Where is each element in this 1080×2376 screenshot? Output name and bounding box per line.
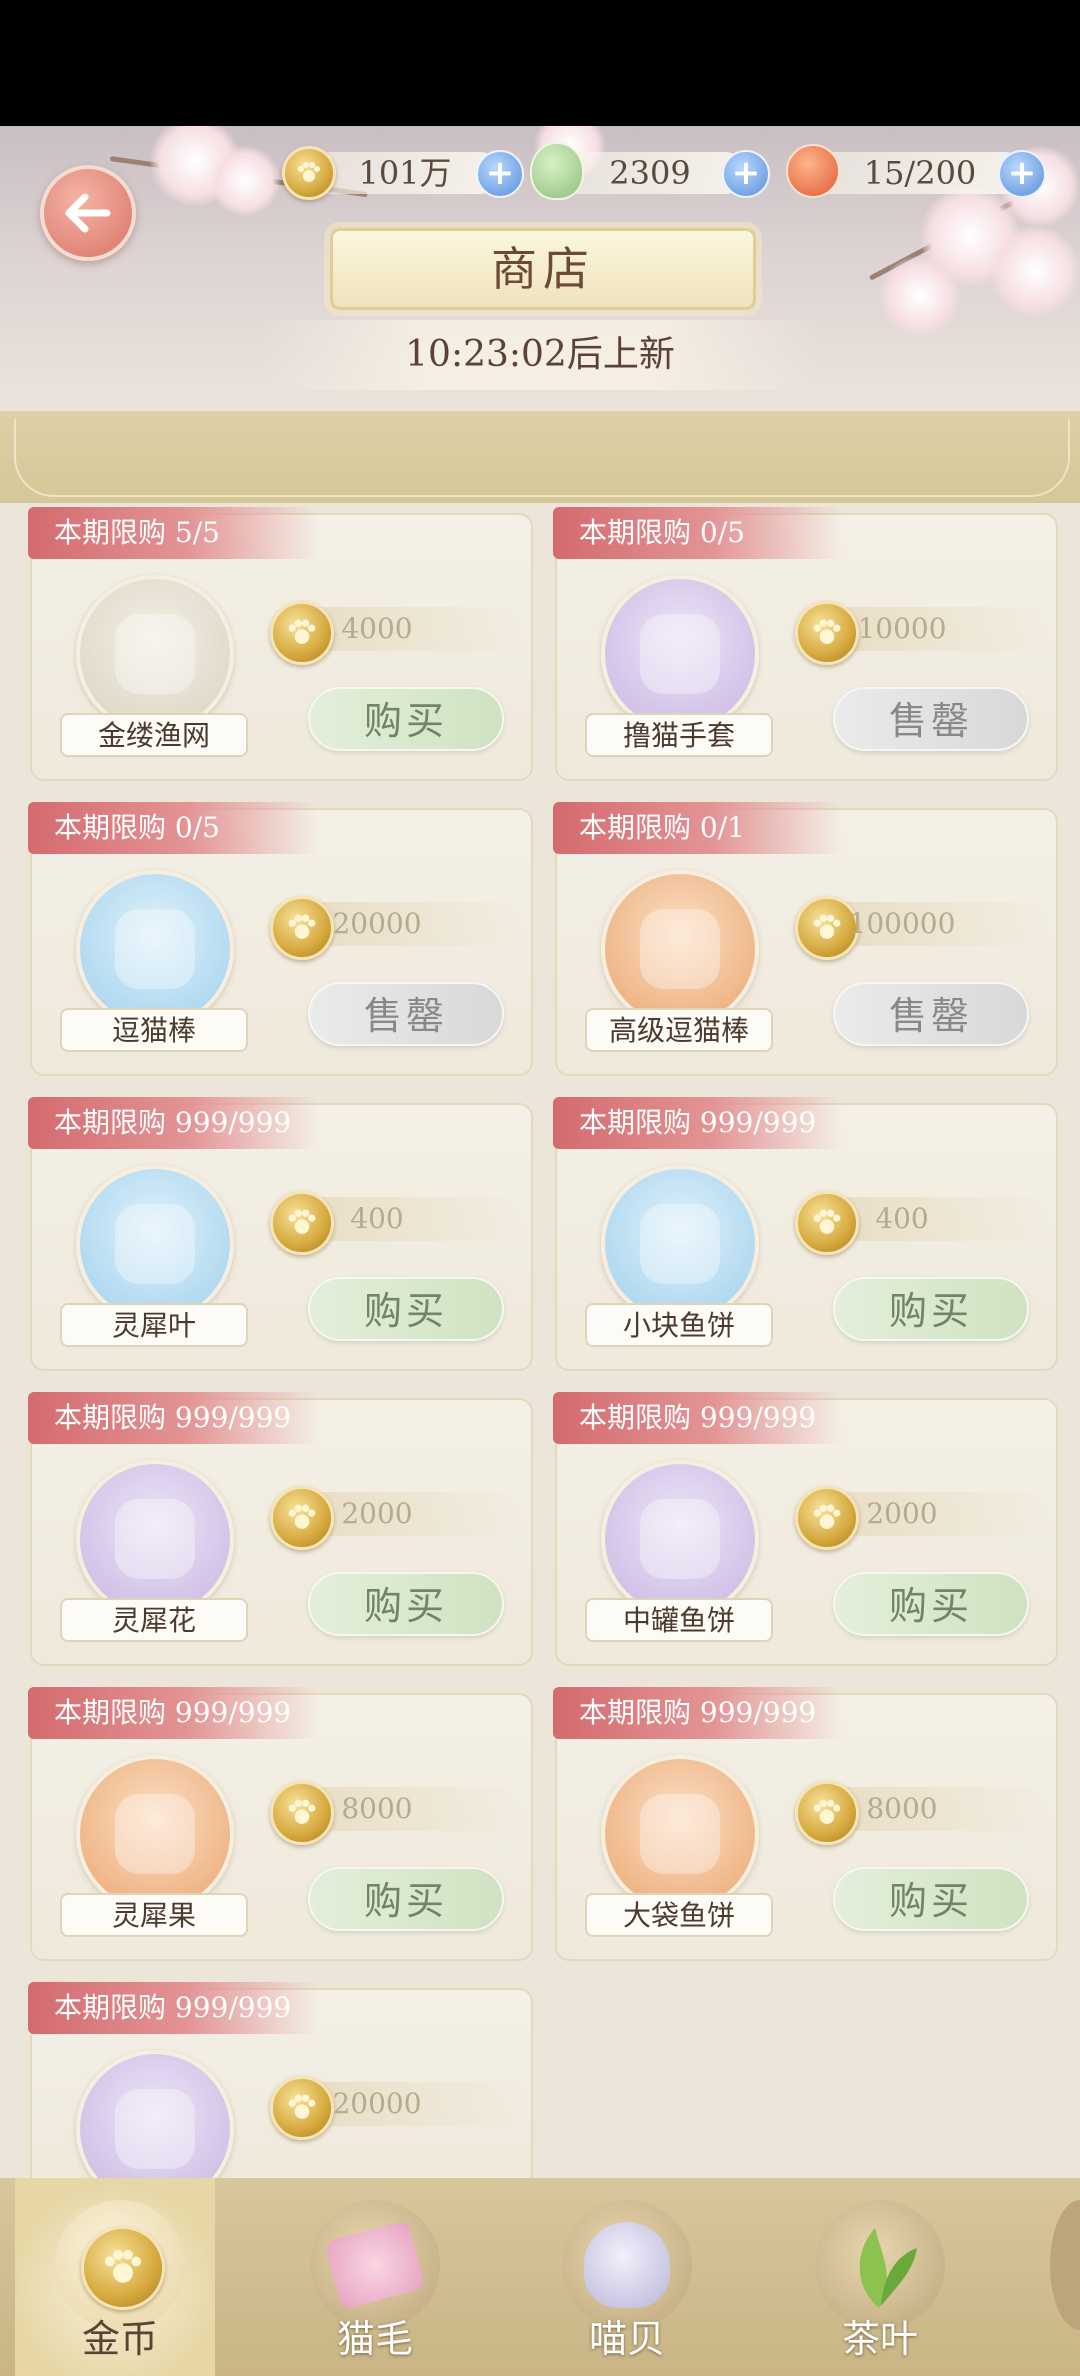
tab-coins[interactable]: 金币: [15, 2178, 215, 2376]
item-price: 2000: [866, 1497, 938, 1530]
gold-flower-icon: [76, 1460, 234, 1618]
premium-cat-wand-icon: [601, 870, 759, 1028]
back-button[interactable]: [40, 165, 136, 261]
gold-leaf-icon: [76, 1165, 234, 1323]
back-arrow-icon: [65, 193, 111, 233]
fish-can-icon: [601, 1460, 759, 1618]
purchase-limit-label: 本期限购 0/5: [28, 802, 318, 854]
cat-wand-icon: [76, 870, 234, 1028]
item-card[interactable]: 本期限购 0/1 高级逗猫棒 100000 售罄: [553, 802, 1058, 1076]
purchase-limit-label: 本期限购 999/999: [28, 1097, 318, 1149]
page-title-banner: 商店: [330, 228, 756, 310]
buy-button[interactable]: 购买: [308, 687, 504, 751]
blossom-decoration: [210, 146, 280, 216]
purchase-limit-label: 本期限购 999/999: [28, 1687, 318, 1739]
blossom-decoration: [880, 256, 960, 336]
purchase-limit-label: 本期限购 999/999: [553, 1097, 843, 1149]
item-price: 8000: [866, 1792, 938, 1825]
blossom-decoration: [990, 226, 1080, 316]
item-price: 2000: [341, 1497, 413, 1530]
currency-energy-value: 15/200: [863, 154, 977, 192]
buy-button[interactable]: 购买: [308, 1277, 504, 1341]
fish-bag-icon: [601, 1755, 759, 1913]
item-name: 灵犀果: [60, 1893, 248, 1937]
paw-coin-icon: [282, 146, 336, 200]
item-card[interactable]: 本期限购 999/999 中罐鱼饼 2000 购买: [553, 1392, 1058, 1666]
buy-button[interactable]: 购买: [308, 1572, 504, 1636]
tab-partial[interactable]: [1050, 2200, 1080, 2330]
buy-button[interactable]: 购买: [833, 1867, 1029, 1931]
gold-fruit-icon: [76, 1755, 234, 1913]
item-name: 撸猫手套: [585, 713, 773, 757]
buy-button[interactable]: 购买: [833, 1277, 1029, 1341]
item-name: 金缕渔网: [60, 713, 248, 757]
item-card[interactable]: 本期限购 5/5 金缕渔网 4000 购买: [28, 507, 533, 781]
paw-coin-icon: [81, 2226, 165, 2310]
tab-cat-shell-label: 喵贝: [588, 2317, 665, 2361]
item-price: 100000: [848, 907, 956, 940]
bottom-tab-bar: 金币 猫毛 喵贝 茶叶: [0, 2178, 1080, 2376]
add-coins-button[interactable]: +: [476, 150, 524, 198]
item-price: 4000: [341, 612, 413, 645]
item-card[interactable]: 本期限购 999/999 20000: [28, 1982, 533, 2208]
buy-button[interactable]: 购买: [833, 1572, 1029, 1636]
status-bar: [0, 0, 1080, 126]
item-card[interactable]: 本期限购 999/999 灵犀花 2000 购买: [28, 1392, 533, 1666]
tab-cat-shell[interactable]: 喵贝: [522, 2178, 722, 2376]
item-card[interactable]: 本期限购 999/999 灵犀果 8000 购买: [28, 1687, 533, 1961]
currency-gems-value: 2309: [609, 154, 691, 192]
add-gems-button[interactable]: +: [722, 150, 770, 198]
item-name: 灵犀花: [60, 1598, 248, 1642]
item-price: 400: [350, 1202, 404, 1235]
item-card[interactable]: 本期限购 999/999 大袋鱼饼 8000 购买: [553, 1687, 1058, 1961]
sold-out-button: 售罄: [308, 982, 504, 1046]
refresh-timer: 10:23:02后上新: [260, 320, 820, 390]
tea-leaf-icon: [859, 2228, 917, 2308]
item-price: 10000: [857, 612, 947, 645]
item-name: 小块鱼饼: [585, 1303, 773, 1347]
purchase-limit-label: 本期限购 999/999: [553, 1687, 843, 1739]
purchase-limit-label: 本期限购 999/999: [28, 1392, 318, 1444]
item-card[interactable]: 本期限购 0/5 撸猫手套 10000 售罄: [553, 507, 1058, 781]
category-strip: [0, 411, 1080, 503]
energy-peach-icon: [786, 144, 840, 198]
cat-glove-icon: [601, 575, 759, 733]
fishing-net-icon: [76, 575, 234, 733]
purchase-limit-label: 本期限购 999/999: [553, 1392, 843, 1444]
add-energy-button[interactable]: +: [998, 150, 1046, 198]
currency-coins-value: 101万: [358, 154, 452, 192]
item-card[interactable]: 本期限购 0/5 逗猫棒 20000 售罄: [28, 802, 533, 1076]
tab-cat-fur-label: 猫毛: [336, 2317, 413, 2361]
fish-cake-icon: [601, 1165, 759, 1323]
tab-coins-label: 金币: [81, 2317, 158, 2361]
item-name: 大袋鱼饼: [585, 1893, 773, 1937]
item-name: 灵犀叶: [60, 1303, 248, 1347]
buy-button[interactable]: 购买: [308, 1867, 504, 1931]
item-card[interactable]: 本期限购 999/999 小块鱼饼 400 购买: [553, 1097, 1058, 1371]
item-name: 逗猫棒: [60, 1008, 248, 1052]
purchase-limit-label: 本期限购 0/1: [553, 802, 843, 854]
green-gem-icon: [530, 142, 584, 200]
purchase-limit-label: 本期限购 999/999: [28, 1982, 318, 2034]
purchase-limit-label: 本期限购 0/5: [553, 507, 843, 559]
item-name: 中罐鱼饼: [585, 1598, 773, 1642]
item-card[interactable]: 本期限购 999/999 灵犀叶 400 购买: [28, 1097, 533, 1371]
item-name: 高级逗猫棒: [585, 1008, 773, 1052]
tab-cat-fur[interactable]: 猫毛: [270, 2178, 470, 2376]
item-price: 8000: [341, 1792, 413, 1825]
item-price: 20000: [332, 2087, 422, 2120]
sold-out-button: 售罄: [833, 982, 1029, 1046]
item-price: 20000: [332, 907, 422, 940]
tab-tea-leaf-label: 茶叶: [841, 2317, 918, 2361]
page-title: 商店: [491, 242, 595, 296]
sold-out-button: 售罄: [833, 687, 1029, 751]
item-price: 400: [875, 1202, 929, 1235]
cat-shell-icon: [584, 2222, 670, 2308]
purchase-limit-label: 本期限购 5/5: [28, 507, 318, 559]
tab-tea-leaf[interactable]: 茶叶: [775, 2178, 975, 2376]
